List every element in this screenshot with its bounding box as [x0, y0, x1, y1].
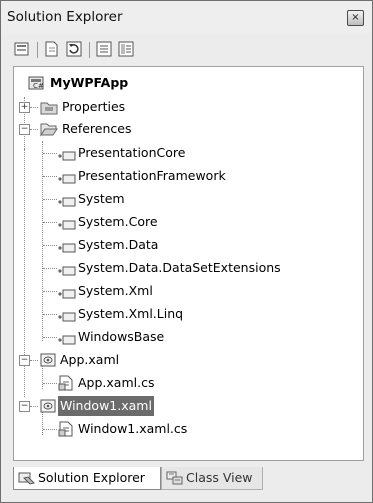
assembly-reference-icon — [58, 286, 76, 306]
tree-guide-line — [43, 314, 57, 315]
solution-tree[interactable]: C# MyWPFApp + Properties − References Pr… — [13, 66, 364, 461]
tab-label: Solution Explorer — [38, 470, 145, 485]
properties-label: Properties — [62, 99, 126, 114]
tree-node-window1-xaml[interactable]: − Window1.xaml — [14, 396, 354, 416]
solution-explorer-window: Solution Explorer × C# MyWPFApp + Proper… — [0, 0, 373, 503]
solution-explorer-icon — [18, 470, 36, 493]
tab-label: Class View — [186, 470, 253, 485]
window-title: Solution Explorer — [7, 9, 123, 25]
assembly-reference-icon — [58, 217, 76, 237]
collapse-button[interactable]: − — [19, 401, 30, 412]
expand-button[interactable]: + — [19, 102, 30, 113]
tree-guide-line — [43, 268, 57, 269]
refresh-icon[interactable] — [65, 40, 83, 58]
reference-label: System.Xml.Linq — [78, 306, 184, 321]
view-designer-icon[interactable] — [117, 40, 135, 58]
project-label: MyWPFApp — [50, 75, 129, 90]
reference-item[interactable]: PresentationFramework — [14, 166, 354, 186]
reference-label: System.Data.DataSetExtensions — [78, 260, 281, 275]
title-bar: Solution Explorer × — [1, 1, 372, 33]
tree-node-project[interactable]: C# MyWPFApp — [14, 73, 354, 93]
tree-node-references[interactable]: − References — [14, 119, 354, 139]
reference-item[interactable]: System.Data — [14, 235, 354, 255]
assembly-reference-icon — [58, 309, 76, 329]
reference-item[interactable]: System — [14, 189, 354, 209]
window1-xaml-label: Window1.xaml — [58, 396, 154, 416]
tree-guide-line — [30, 129, 38, 130]
class-view-icon — [166, 470, 184, 493]
tab-class-view[interactable]: Class View — [161, 467, 263, 490]
reference-label: PresentationFramework — [78, 168, 226, 183]
toolbar-separator — [37, 42, 38, 58]
toolbar-separator — [89, 42, 90, 58]
reference-item[interactable]: System.Xml.Linq — [14, 304, 354, 324]
tree-guide-line — [43, 291, 57, 292]
tab-solution-explorer[interactable]: Solution Explorer — [13, 467, 161, 490]
assembly-reference-icon — [58, 171, 76, 191]
properties-folder-icon — [40, 99, 58, 121]
reference-item[interactable]: WindowsBase — [14, 327, 354, 347]
tree-node-app-xaml-cs[interactable]: App.xaml.cs — [14, 373, 354, 393]
show-all-files-icon[interactable] — [43, 40, 61, 58]
tree-guide-line — [30, 107, 38, 108]
xaml-file-icon — [40, 398, 56, 420]
tree-node-window1-xaml-cs[interactable]: Window1.xaml.cs — [14, 419, 354, 439]
project-icon: C# — [28, 75, 45, 97]
tree-guide-line — [43, 337, 57, 338]
reference-item[interactable]: PresentationCore — [14, 143, 354, 163]
tree-node-properties[interactable]: + Properties — [14, 97, 354, 117]
assembly-reference-icon — [58, 332, 76, 352]
window1-xaml-cs-label: Window1.xaml.cs — [78, 421, 188, 436]
close-button[interactable]: × — [347, 10, 364, 26]
app-xaml-label: App.xaml — [60, 352, 120, 367]
folder-open-icon — [40, 121, 58, 143]
reference-item[interactable]: System.Xml — [14, 281, 354, 301]
tree-guide-line — [43, 429, 57, 430]
reference-label: WindowsBase — [78, 329, 165, 344]
reference-label: PresentationCore — [78, 145, 186, 160]
tree-guide-line — [43, 222, 57, 223]
assembly-reference-icon — [58, 240, 76, 260]
assembly-reference-icon — [58, 194, 76, 214]
code-file-icon — [58, 375, 74, 397]
reference-label: System.Core — [78, 214, 158, 229]
reference-label: System — [78, 191, 125, 206]
tree-guide-line — [43, 176, 57, 177]
tree-node-app-xaml[interactable]: − App.xaml — [14, 350, 354, 370]
reference-label: System.Xml — [78, 283, 153, 298]
collapse-button[interactable]: − — [19, 124, 30, 135]
code-file-icon — [58, 421, 74, 443]
reference-item[interactable]: System.Data.DataSetExtensions — [14, 258, 354, 278]
view-code-icon[interactable] — [95, 40, 113, 58]
properties-icon[interactable] — [13, 40, 31, 58]
xaml-file-icon — [40, 352, 56, 374]
tree-guide-line — [43, 199, 57, 200]
svg-text:C#: C# — [33, 82, 44, 90]
references-label: References — [62, 121, 132, 136]
app-xaml-cs-label: App.xaml.cs — [78, 375, 155, 390]
tree-guide-line — [43, 153, 57, 154]
assembly-reference-icon — [58, 263, 76, 283]
assembly-reference-icon — [58, 148, 76, 168]
tree-guide-line — [30, 406, 38, 407]
tree-guide-line — [30, 360, 38, 361]
panel-tabs: Solution Explorer Class View — [13, 467, 362, 491]
reference-item[interactable]: System.Core — [14, 212, 354, 232]
tree-guide-line — [43, 383, 57, 384]
reference-label: System.Data — [78, 237, 159, 252]
tree-guide-line — [43, 245, 57, 246]
collapse-button[interactable]: − — [19, 355, 30, 366]
